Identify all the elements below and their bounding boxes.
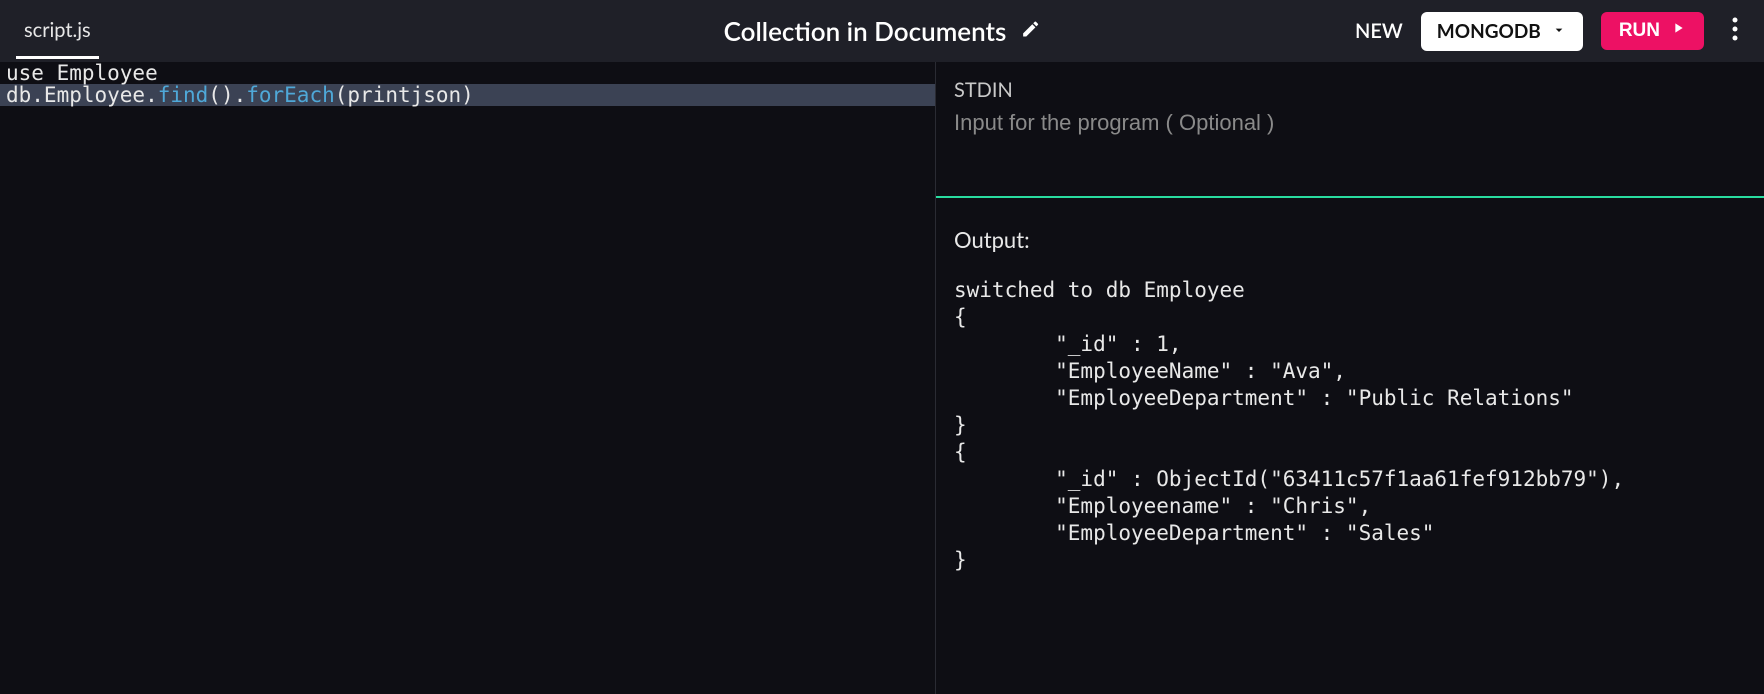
right-pane: STDIN Output: switched to db Employee { … (935, 62, 1764, 694)
run-button[interactable]: RUN (1601, 12, 1704, 50)
run-label: RUN (1619, 20, 1660, 42)
workspace: use Employeedb.Employee.find().forEach(p… (0, 62, 1764, 694)
right-controls: NEW MONGODB RUN (1355, 11, 1748, 51)
stdin-input[interactable] (954, 110, 1746, 136)
file-tab[interactable]: script.js (16, 18, 99, 59)
language-select[interactable]: MONGODB (1421, 12, 1583, 51)
stdin-section: STDIN (936, 62, 1764, 198)
stdin-label: STDIN (954, 78, 1746, 102)
new-button[interactable]: NEW (1355, 19, 1403, 43)
code-editor[interactable]: use Employeedb.Employee.find().forEach(p… (0, 62, 935, 694)
code-line[interactable]: use Employee (0, 62, 935, 84)
code-line[interactable]: db.Employee.find().forEach(printjson) (0, 84, 935, 106)
output-text: switched to db Employee { "_id" : 1, "Em… (954, 277, 1746, 574)
edit-icon[interactable] (1020, 19, 1040, 43)
more-vertical-icon (1732, 26, 1738, 45)
language-label: MONGODB (1437, 20, 1541, 43)
output-section: Output: switched to db Employee { "_id" … (936, 198, 1764, 694)
page-title: Collection in Documents (724, 15, 1007, 47)
play-icon (1670, 20, 1686, 42)
chevron-down-icon (1551, 20, 1567, 43)
title-wrap: Collection in Documents (724, 15, 1041, 47)
output-label: Output: (954, 226, 1746, 253)
more-menu-button[interactable] (1722, 11, 1748, 51)
topbar: script.js Collection in Documents NEW MO… (0, 0, 1764, 62)
